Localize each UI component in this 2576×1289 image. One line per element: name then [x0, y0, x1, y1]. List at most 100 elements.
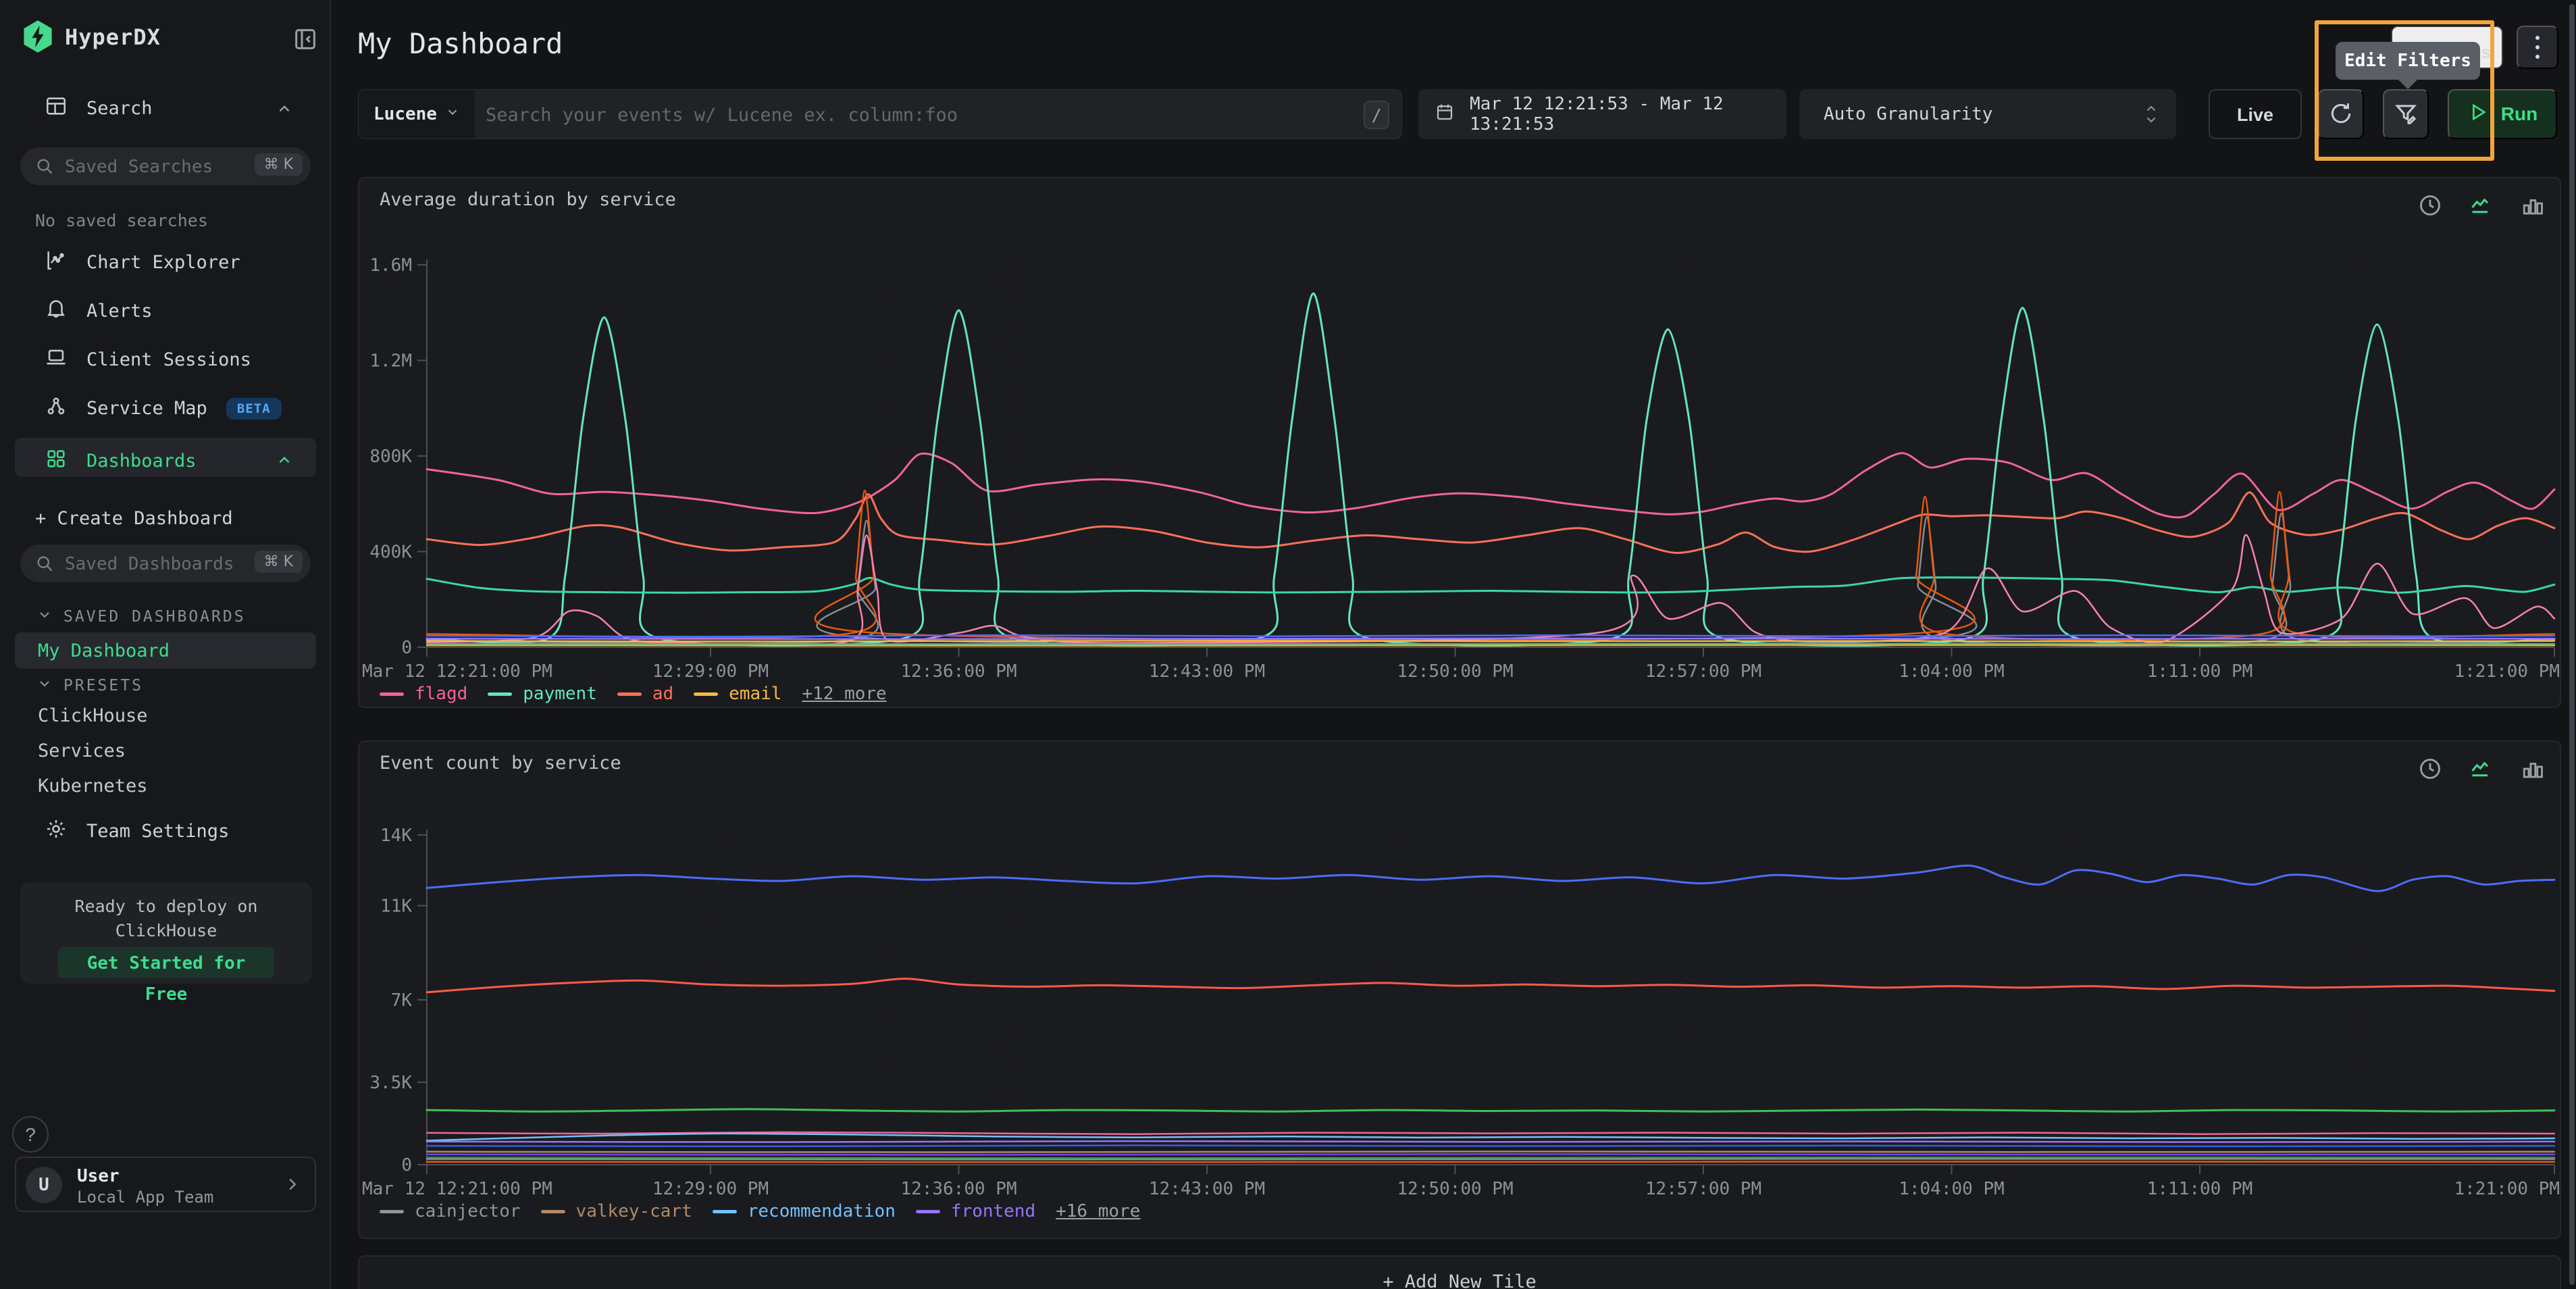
cloud-card-text-line1: Ready to deploy on ClickHouse: [75, 896, 258, 940]
legend-swatch: [916, 1210, 940, 1213]
sidebar-item-label: Team Settings: [86, 821, 229, 842]
sidebar-item-client-sessions[interactable]: Client Sessions: [45, 346, 251, 374]
legend-swatch: [380, 1210, 404, 1213]
language-dropdown[interactable]: Lucene: [359, 90, 475, 138]
svg-text:0: 0: [401, 638, 412, 658]
kebab-menu-button[interactable]: [2517, 26, 2558, 69]
user-card[interactable]: U User Local App Team: [15, 1157, 316, 1212]
line-chart-icon[interactable]: [2469, 757, 2494, 784]
granularity-select[interactable]: Auto Granularity: [1799, 89, 2176, 139]
svg-text:12:57:00 PM: 12:57:00 PM: [1645, 1179, 1761, 1199]
vertical-scrollbar[interactable]: [2569, 4, 2575, 1285]
legend-entry[interactable]: ad: [617, 684, 673, 704]
live-button[interactable]: Live: [2209, 89, 2302, 139]
svg-text:1.2M: 1.2M: [369, 351, 412, 372]
line-chart-icon[interactable]: [2469, 193, 2494, 220]
sidebar-item-alerts[interactable]: Alerts: [45, 297, 153, 325]
svg-text:12:50:00 PM: 12:50:00 PM: [1397, 661, 1513, 682]
help-button[interactable]: ?: [12, 1116, 49, 1153]
question-icon: ?: [25, 1124, 36, 1145]
legend-swatch: [488, 692, 512, 696]
svg-text:12:36:00 PM: 12:36:00 PM: [900, 1179, 1016, 1199]
sidebar-item-chart-explorer[interactable]: Chart Explorer: [45, 249, 240, 276]
svg-text:1:21:00 PM: 1:21:00 PM: [2454, 1179, 2560, 1199]
sidebar-item-dashboards-label[interactable]: Dashboards: [45, 447, 197, 475]
svg-text:12:29:00 PM: 12:29:00 PM: [652, 661, 769, 682]
svg-text:12:43:00 PM: 12:43:00 PM: [1149, 661, 1265, 682]
legend-entry[interactable]: recommendation: [713, 1201, 896, 1221]
svg-text:0: 0: [401, 1155, 412, 1176]
calendar-icon: [1435, 102, 1455, 127]
bell-icon: [45, 297, 68, 325]
legend-entry[interactable]: valkey-cart: [541, 1201, 692, 1221]
get-started-button[interactable]: Get Started for Free: [58, 947, 274, 978]
svg-text:800K: 800K: [369, 447, 412, 467]
add-new-tile-button[interactable]: + Add New Tile: [358, 1255, 2561, 1289]
legend-entry[interactable]: cainjector: [380, 1201, 521, 1221]
svg-text:1:11:00 PM: 1:11:00 PM: [2147, 661, 2253, 682]
refresh-icon: [2328, 101, 2354, 128]
legend-entry[interactable]: email: [694, 684, 781, 704]
sidebar-item-label: Search: [86, 98, 153, 119]
svg-text:1.6M: 1.6M: [369, 255, 412, 276]
svg-text:12:57:00 PM: 12:57:00 PM: [1645, 661, 1761, 682]
svg-text:1:21:00 PM: 1:21:00 PM: [2454, 661, 2560, 682]
legend-label: ad: [652, 684, 673, 704]
sidebar-item-label: Alerts: [86, 301, 153, 322]
count-chart[interactable]: 14K11K7K3.5K0Mar 12 12:21:00 PM12:29:00 …: [359, 742, 2562, 1240]
legend-entry[interactable]: payment: [488, 684, 597, 704]
sidebar-item-search[interactable]: Search: [45, 95, 153, 122]
edit-filters-tooltip: Edit Filters: [2336, 42, 2480, 80]
preset-clickhouse[interactable]: ClickHouse: [38, 705, 148, 726]
svg-text:14K: 14K: [380, 826, 412, 846]
event-search-bar: Lucene /: [358, 89, 1402, 139]
bar-chart-icon[interactable]: [2521, 193, 2545, 220]
svg-text:7K: 7K: [391, 990, 413, 1011]
kebab-icon: [2535, 36, 2540, 40]
section-saved-dashboards[interactable]: SAVED DASHBOARDS: [36, 607, 246, 627]
edit-filters-button[interactable]: [2383, 89, 2429, 139]
svg-text:12:36:00 PM: 12:36:00 PM: [900, 661, 1016, 682]
legend-label: flagd: [415, 684, 467, 704]
svg-text:11K: 11K: [380, 896, 412, 917]
legend-more-link[interactable]: +16 more: [1056, 1201, 1140, 1221]
refresh-button[interactable]: [2318, 89, 2364, 139]
svg-text:3.5K: 3.5K: [369, 1073, 412, 1093]
sidebar-item-service-map[interactable]: Service Map BETA: [45, 395, 282, 422]
create-dashboard-button[interactable]: + Create Dashboard: [35, 508, 233, 529]
cmd-k-shortcut-badge: ⌘ K: [255, 551, 303, 573]
sidebar-item-label: Client Sessions: [86, 349, 251, 370]
duration-chart[interactable]: 1.6M1.2M800K400K0Mar 12 12:21:00 PM12:29…: [359, 178, 2562, 709]
panel-toolbar: [2418, 193, 2545, 220]
chevron-right-icon: [282, 1174, 303, 1197]
bar-chart-icon[interactable]: [2521, 757, 2545, 784]
my-dashboard-link[interactable]: My Dashboard: [38, 640, 170, 661]
panel-title: Average duration by service: [380, 189, 676, 210]
filter-edit-icon: [2393, 101, 2419, 128]
preset-kubernetes[interactable]: Kubernetes: [38, 776, 148, 797]
user-team: Local App Team: [77, 1188, 213, 1207]
legend-swatch: [541, 1210, 565, 1213]
search-icon: [35, 554, 54, 573]
preset-services[interactable]: Services: [38, 740, 126, 761]
panel-average-duration: Average duration by service 1.6M 1.2M 800K…: [358, 177, 2561, 708]
clock-icon[interactable]: [2418, 757, 2442, 784]
chevron-up-icon[interactable]: [276, 451, 293, 469]
chevron-up-icon[interactable]: [276, 100, 293, 118]
chart-explorer-icon: [45, 249, 68, 276]
saved-searches-search: ⌘ K: [20, 147, 311, 185]
legend-entry[interactable]: flagd: [380, 684, 467, 704]
saved-dashboards-input[interactable]: [63, 545, 255, 584]
sidebar-item-label: Service Map: [86, 398, 207, 419]
sidebar-item-team-settings[interactable]: Team Settings: [45, 817, 229, 845]
legend-more-link[interactable]: +12 more: [802, 684, 886, 704]
event-search-input[interactable]: [484, 90, 1284, 140]
service-map-icon: [45, 395, 68, 422]
legend-entry[interactable]: frontend: [916, 1201, 1035, 1221]
section-presets[interactable]: PRESETS: [36, 676, 143, 696]
date-range-picker[interactable]: Mar 12 12:21:53 - Mar 12 13:21:53: [1418, 89, 1786, 139]
saved-searches-input[interactable]: [63, 147, 255, 186]
clock-icon[interactable]: [2418, 193, 2442, 220]
run-button[interactable]: Run: [2448, 89, 2557, 139]
collapse-sidebar-icon[interactable]: [292, 26, 319, 53]
